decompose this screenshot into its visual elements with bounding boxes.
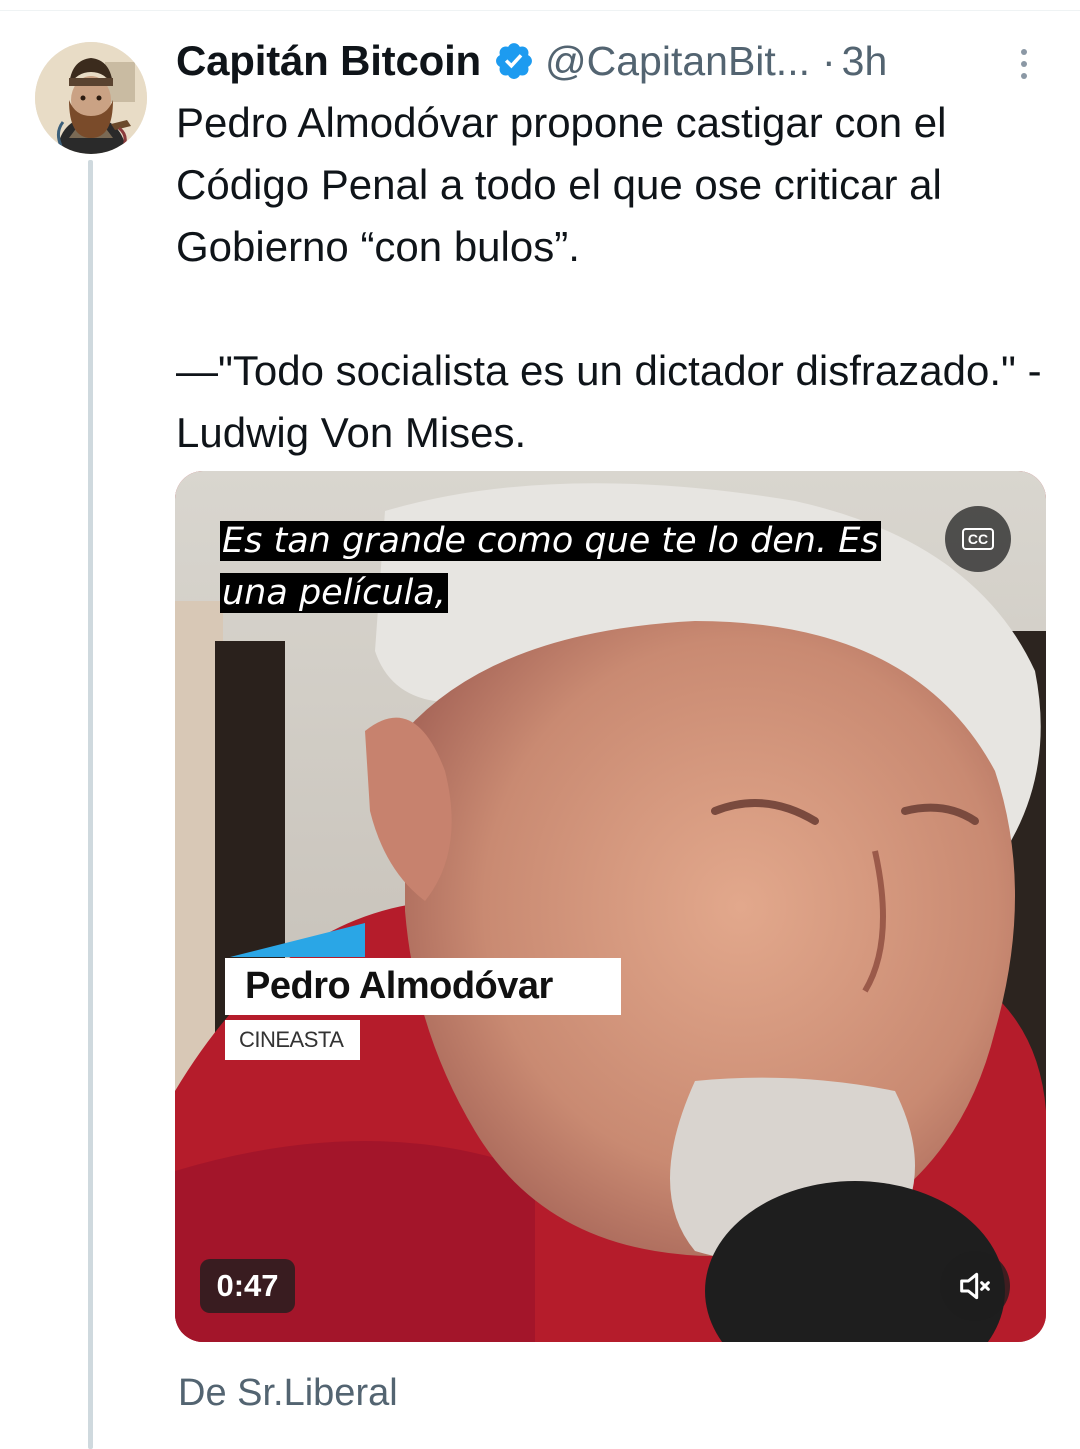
video-duration: 0:47 (200, 1259, 295, 1313)
closed-captions-icon: CC (961, 528, 995, 550)
more-vertical-icon[interactable] (1012, 46, 1036, 82)
video-subtitle-text: Es tan grande como que te lo den. Es una… (220, 521, 881, 613)
closed-captions-button[interactable]: CC (945, 506, 1011, 572)
author-handle[interactable]: @CapitanBit... (545, 38, 810, 85)
lower-third-name: Pedro Almodóvar (225, 958, 621, 1015)
speaker-muted-icon (960, 1272, 990, 1300)
author-display-name[interactable]: Capitán Bitcoin (176, 37, 481, 85)
top-divider (0, 10, 1080, 11)
tweet-header: Capitán Bitcoin @CapitanBit... · 3h (176, 34, 1056, 88)
avatar-image (35, 42, 147, 154)
thread-connector-line (88, 160, 93, 1449)
tweet-text-quote: —"Todo socialista es un dictador disfraz… (176, 347, 1042, 456)
lower-third-role: CINEASTA (225, 1020, 360, 1060)
video-source-attribution[interactable]: De Sr.Liberal (178, 1372, 398, 1415)
tweet-text-paragraph: Pedro Almodóvar propone castigar con el … (176, 99, 947, 270)
video-subtitle: Es tan grande como que te lo den. Es una… (220, 515, 920, 619)
verified-badge-icon[interactable] (493, 40, 535, 82)
separator-dot: · (821, 37, 836, 84)
video-player[interactable]: Es tan grande como que te lo den. Es una… (175, 471, 1046, 1342)
tweet-body: Pedro Almodóvar propone castigar con el … (176, 92, 1056, 464)
unmute-button[interactable] (940, 1251, 1010, 1321)
author-avatar[interactable] (35, 42, 147, 154)
tweet-timestamp[interactable]: 3h (842, 38, 888, 85)
